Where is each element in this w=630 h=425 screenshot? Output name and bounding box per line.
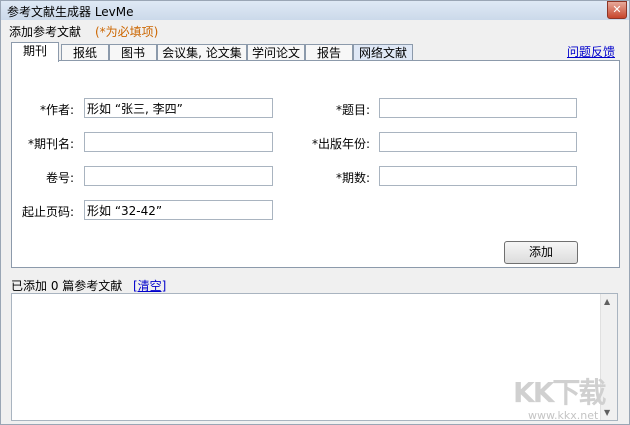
year-label: *出版年份: <box>311 137 370 151</box>
volume-label: 卷号: <box>45 171 74 185</box>
tab-proceedings[interactable]: 会议集, 论文集 <box>157 44 247 61</box>
close-button[interactable]: ✕ <box>607 1 627 19</box>
tab-web[interactable]: 网络文献 <box>353 44 413 61</box>
tab-journal[interactable]: 期刊 <box>11 42 59 62</box>
tab-newspaper[interactable]: 报纸 <box>61 44 109 61</box>
scroll-down-icon[interactable]: ▼ <box>604 408 610 417</box>
tab-report[interactable]: 报告 <box>305 44 353 61</box>
journal-field[interactable] <box>84 132 273 152</box>
clear-link[interactable]: [清空] <box>133 277 166 294</box>
scroll-up-icon[interactable]: ▲ <box>604 297 610 306</box>
watermark-logo: KK下载 <box>513 376 606 409</box>
issue-label: *期数: <box>335 171 370 185</box>
feedback-link[interactable]: 问题反馈 <box>567 43 615 60</box>
tab-thesis[interactable]: 学问论文 <box>247 44 305 61</box>
journal-label: *期刊名: <box>27 137 74 151</box>
issue-field[interactable] <box>379 166 577 186</box>
title-field[interactable] <box>379 98 577 118</box>
required-note: (*为必填项) <box>95 25 159 39</box>
pages-field[interactable]: 形如 “32-42” <box>84 200 273 220</box>
title-bar: 参考文献生成器 LevMe ✕ <box>1 1 629 20</box>
app-window: 参考文献生成器 LevMe ✕ 添加参考文献 (*为必填项) 期刊 报纸 图书 … <box>0 0 630 425</box>
section-title: 添加参考文献 <box>9 25 82 39</box>
window-title: 参考文献生成器 LevMe <box>7 5 134 19</box>
add-button[interactable]: 添加 <box>504 241 578 264</box>
tab-book[interactable]: 图书 <box>109 44 157 61</box>
pages-label: 起止页码: <box>21 205 74 219</box>
form-panel: *作者: 形如 “张三, 李四” *题目: *期刊名: *出版年份: 卷号: *… <box>11 60 620 268</box>
author-label: *作者: <box>39 103 74 117</box>
added-count: 已添加 0 篇参考文献 <box>11 279 123 293</box>
volume-field[interactable] <box>84 166 273 186</box>
watermark-url: www.kkx.net <box>528 409 599 422</box>
year-field[interactable] <box>379 132 577 152</box>
author-field[interactable]: 形如 “张三, 李四” <box>84 98 273 118</box>
title-label: *题目: <box>335 103 370 117</box>
